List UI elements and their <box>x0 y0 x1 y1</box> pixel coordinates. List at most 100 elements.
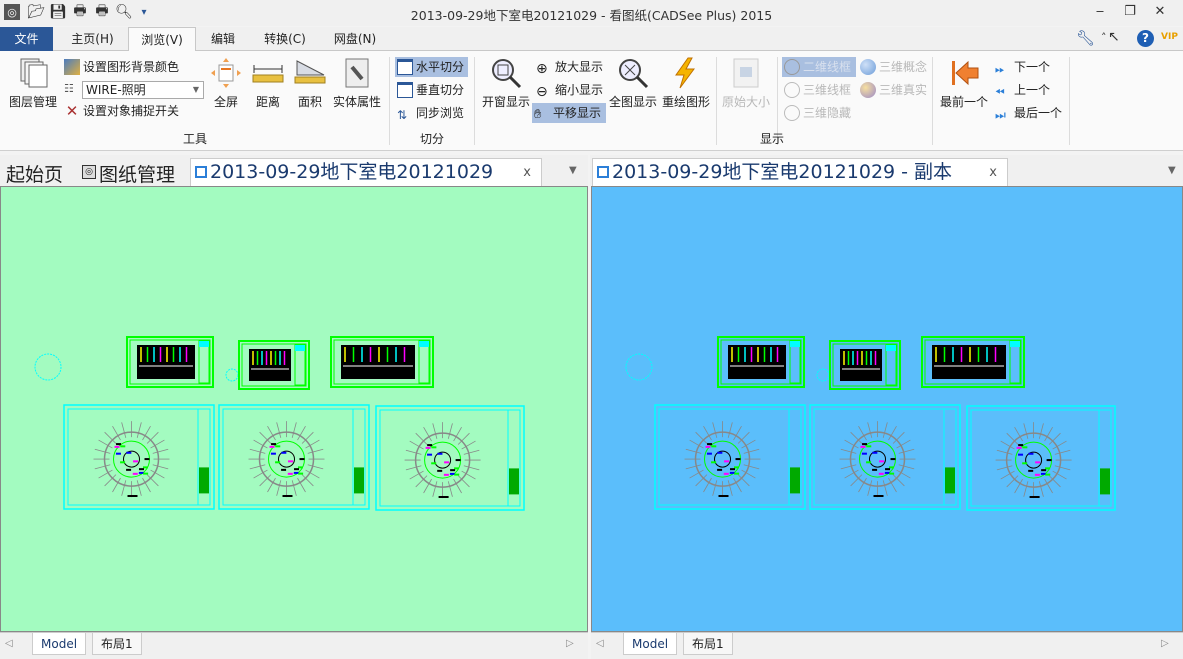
left-drawing-canvas[interactable] <box>0 186 588 632</box>
ribbon-tabs: 文件 主页(H) 浏览(V) 编辑 转换(C) 网盘(N) ˄ 🔧︎ ↖ ? V… <box>0 27 1183 52</box>
tools-icon[interactable]: 🔧︎ <box>1076 29 1095 47</box>
cad-drawing <box>34 336 525 511</box>
cursor-icon[interactable]: ↖ <box>1108 29 1120 45</box>
area-icon <box>294 57 326 89</box>
tab-file[interactable]: 文件 <box>0 27 53 51</box>
3d-wireframe-icon <box>784 82 800 98</box>
close-tab-icon[interactable]: x <box>989 159 997 186</box>
layers-icon <box>17 57 49 89</box>
render-mode-select[interactable]: WIRE-照明 ▼ <box>82 81 204 99</box>
group-label-tools: 工具 <box>182 132 207 146</box>
tab-list-dropdown[interactable]: ▼ <box>1168 165 1176 176</box>
group-label-split: 切分 <box>419 132 444 146</box>
minimize-button[interactable]: ‒ <box>1088 4 1112 19</box>
revision-cloud <box>816 368 830 382</box>
ruler-icon <box>252 57 284 89</box>
vip-icon[interactable]: VIP <box>1161 32 1178 42</box>
zoom-extents-button[interactable]: 全图显示 <box>607 57 659 110</box>
drawing-sheet <box>375 405 525 511</box>
sync-browse-button[interactable]: ⇅ 同步浏览 <box>395 103 466 123</box>
tab-home[interactable]: 主页(H) <box>60 27 125 51</box>
previous-button[interactable]: ⏪︎ 上一个 <box>993 80 1052 100</box>
horizontal-split-button[interactable]: 水平切分 <box>395 57 468 77</box>
magnifier-window-icon <box>490 57 522 89</box>
tab-document-right[interactable]: 2013-09-29地下室电20121029 - 副本 x <box>592 158 1008 186</box>
help-icon[interactable]: ? <box>1137 30 1154 47</box>
drawing-sheet <box>966 405 1116 511</box>
right-layout-tabs: ◁ Model 布局1 ▷ <box>591 632 1183 659</box>
drawing-sheet <box>218 404 370 510</box>
drawing-sheet <box>126 336 214 388</box>
drawing-sheet <box>717 336 805 388</box>
paint-bucket-icon <box>64 59 80 75</box>
tab-layout1[interactable]: 布局1 <box>92 633 142 655</box>
pan-button[interactable]: ✋︎ 平移显示 <box>532 103 606 123</box>
entity-properties-button[interactable]: 实体属性 <box>332 57 382 110</box>
fullscreen-icon <box>210 57 242 89</box>
original-size-button[interactable]: 原始大小 <box>720 57 772 110</box>
last-icon: ⏭︎ <box>995 108 1006 122</box>
vertical-split-button[interactable]: 垂直切分 <box>395 80 466 100</box>
collapse-ribbon-button[interactable]: ˄ <box>1101 31 1107 44</box>
tab-start-page[interactable]: 起始页 <box>6 160 63 187</box>
object-snap-toggle[interactable]: ✕ 设置对象捕捉开关 <box>62 101 181 121</box>
3d-conceptual-icon <box>860 59 876 75</box>
distance-button[interactable]: 距离 <box>250 57 286 110</box>
zoom-out-icon: ⊖ <box>536 84 548 100</box>
tab-edit[interactable]: 编辑 <box>200 27 246 51</box>
zoom-out-button[interactable]: ⊖ 缩小显示 <box>534 80 605 100</box>
restore-button[interactable]: ❐ <box>1118 4 1142 19</box>
next-icon: ⏩︎ <box>995 62 1005 76</box>
regenerate-button[interactable]: 重绘图形 <box>660 57 712 110</box>
sync-icon: ⇅ <box>397 108 408 122</box>
layer-management-button[interactable]: 图层管理 <box>6 57 60 110</box>
cad-drawing <box>625 336 1116 511</box>
tab-model[interactable]: Model <box>623 633 678 655</box>
drawing-sheet <box>809 404 961 510</box>
dwg-file-icon <box>597 166 609 178</box>
first-button[interactable]: 最前一个 <box>937 57 991 110</box>
3d-conceptual-button[interactable]: 三维概念 <box>858 57 929 77</box>
3d-realistic-icon <box>860 82 876 98</box>
2d-wireframe-button[interactable]: 二维线框 <box>782 57 856 77</box>
tab-document-left[interactable]: 2013-09-29地下室电20121029 x <box>190 158 542 186</box>
zoom-in-button[interactable]: ⊕ 放大显示 <box>534 57 605 77</box>
fullscreen-button[interactable]: 全屏 <box>208 57 244 110</box>
next-button[interactable]: ⏩︎ 下一个 <box>993 57 1052 77</box>
tab-cloud[interactable]: 网盘(N) <box>325 27 385 51</box>
chevron-down-icon: ▼ <box>192 85 199 94</box>
3d-wireframe-button[interactable]: 三维线框 <box>782 80 853 100</box>
scroll-right-button[interactable]: ▷ <box>1161 638 1169 649</box>
tab-drawing-management[interactable]: 图纸管理 <box>99 160 175 187</box>
tab-browse[interactable]: 浏览(V) <box>128 27 196 52</box>
drawing-sheet <box>330 336 434 388</box>
2d-wireframe-icon <box>784 59 800 75</box>
window-zoom-button[interactable]: 开窗显示 <box>480 57 532 110</box>
tab-list-dropdown[interactable]: ▼ <box>569 165 577 176</box>
lightning-icon <box>670 57 702 89</box>
area-button[interactable]: 面积 <box>292 57 328 110</box>
close-tab-icon[interactable]: x <box>523 159 531 186</box>
scroll-left-button[interactable]: ◁ <box>5 638 13 649</box>
arrow-first-icon <box>948 57 980 89</box>
3d-realistic-button[interactable]: 三维真实 <box>858 80 929 100</box>
ribbon-panel: 图层管理 设置图形背景颜色 ☷ WIRE-照明 ▼ ✕ 设置对象捕捉开关 全屏 距离… <box>0 51 1183 151</box>
tab-layout1[interactable]: 布局1 <box>683 633 733 655</box>
dwg-file-icon <box>195 166 207 178</box>
tab-model[interactable]: Model <box>32 633 87 655</box>
drawing-manager-icon: ◎ <box>82 165 96 179</box>
close-button[interactable]: ✕ <box>1148 4 1172 19</box>
right-drawing-canvas[interactable] <box>591 186 1183 632</box>
3d-hidden-button[interactable]: 三维隐藏 <box>782 103 853 123</box>
group-label-display: 显示 <box>759 132 784 146</box>
last-button[interactable]: ⏭︎ 最后一个 <box>993 103 1064 123</box>
drawing-sheet <box>63 404 215 510</box>
right-document-tabs: 2013-09-29地下室电20121029 - 副本 x ▼ <box>590 155 1183 186</box>
tab-convert[interactable]: 转换(C) <box>255 27 315 51</box>
scroll-left-button[interactable]: ◁ <box>596 638 604 649</box>
set-background-color-button[interactable]: 设置图形背景颜色 <box>62 57 181 77</box>
left-layout-tabs: ◁ Model 布局1 ▷ <box>0 632 588 659</box>
scroll-right-button[interactable]: ▷ <box>566 638 574 649</box>
vertical-split-icon <box>397 82 413 98</box>
horizontal-split-icon <box>397 59 413 75</box>
